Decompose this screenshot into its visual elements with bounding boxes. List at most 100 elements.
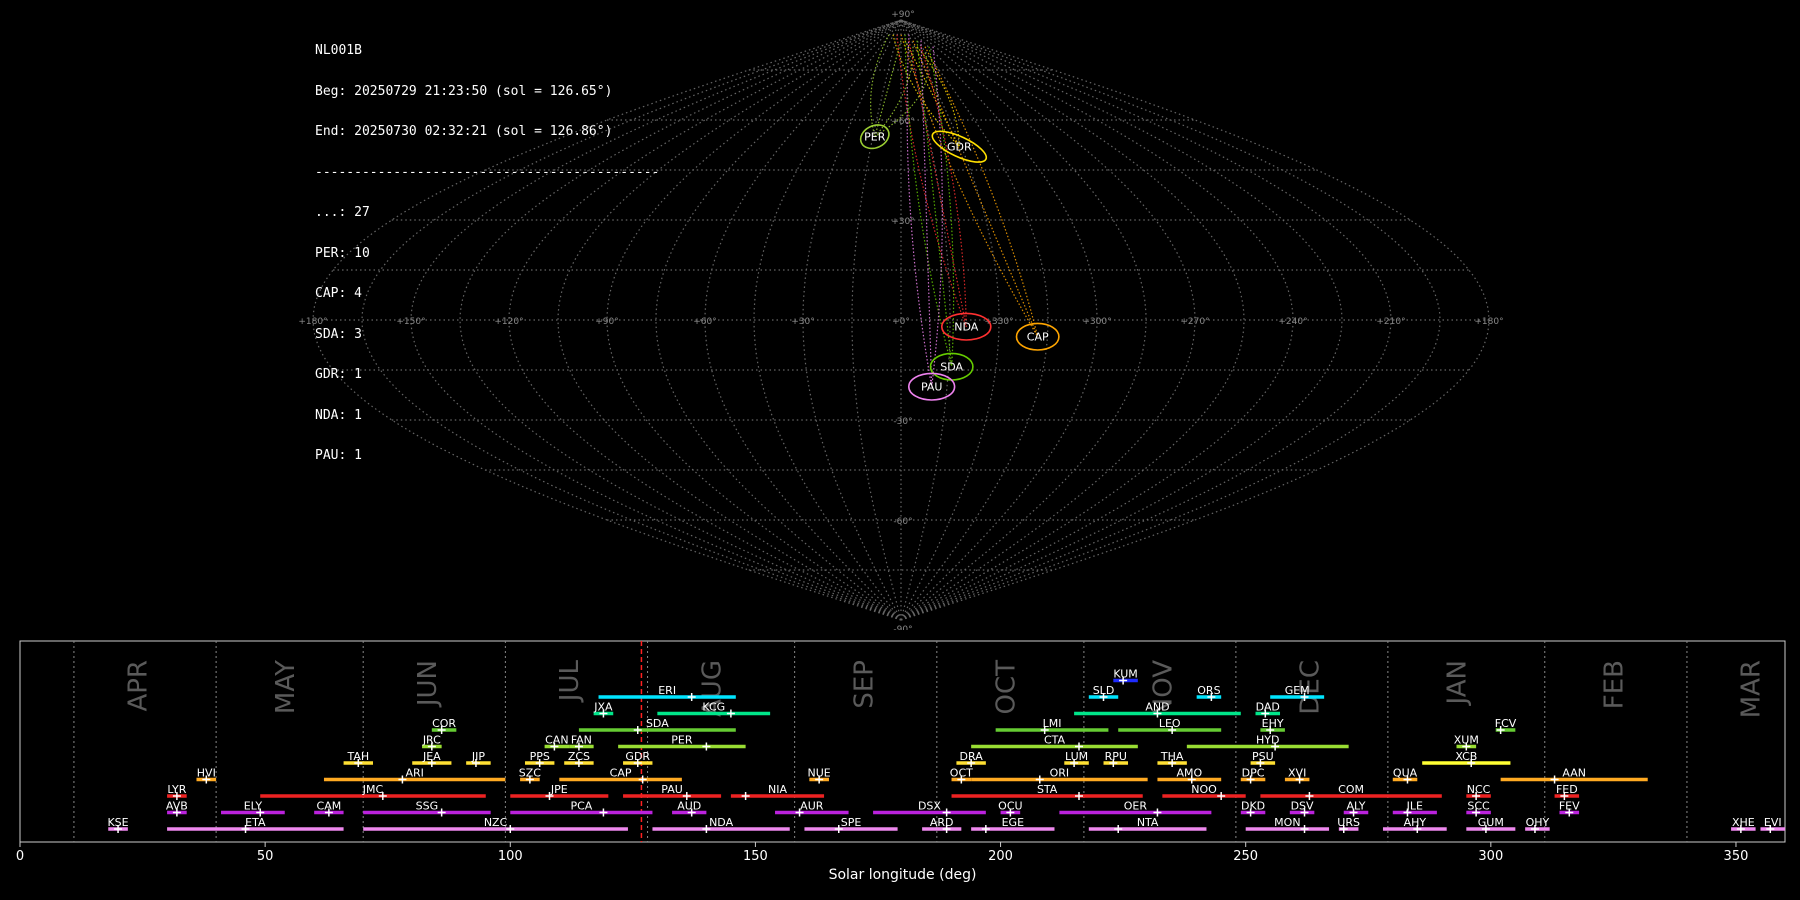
shower-label: JXA [593,701,613,714]
shower-label: PSU [1252,750,1274,763]
lat-tick-label: -60° [893,517,912,527]
shower-label: SZC [519,767,542,780]
lon-tick-label: +240° [1278,317,1307,327]
shower-label: COM [1338,783,1364,796]
shower-label: KCG [702,701,725,714]
shower-label: JPE [550,783,568,796]
shower-label: GDR [625,750,650,763]
shower-label: AND [1145,701,1169,714]
shower-label: MON [1274,816,1300,829]
shower-label: CAP [610,767,632,780]
shower-label: LMI [1043,717,1062,730]
shower-label: ARD [930,816,954,829]
shower-label: JIP [471,750,485,763]
shower-label: OCU [998,800,1022,813]
shower-label: ORI [1050,767,1070,780]
radiant-label: GDR [947,141,972,154]
shower-label: FAN [571,734,592,747]
lon-tick-label: +90° [595,317,619,327]
meridian-line [459,19,902,621]
shower-label: ERI [658,684,676,697]
shower-label: PAU [661,783,683,796]
shower-label: XUM [1454,734,1479,747]
shower-label: LUM [1065,750,1088,763]
shower-label: OER [1124,800,1148,813]
shower-label: TAH [346,750,369,763]
shower-label: FCV [1495,717,1517,730]
shower-label: CAM [317,800,342,813]
shower-label: EHY [1262,717,1284,730]
shower-label: RPU [1105,750,1127,763]
shower-label: JMC [362,783,384,796]
meteor-trail [920,46,967,327]
month-label: MAR [1737,660,1767,718]
shower-label: AUR [800,800,824,813]
shower-label: CTA [1044,734,1066,747]
month-label: MAY [271,660,301,714]
shower-label: SLD [1093,684,1115,697]
shower-label: KUM [1113,668,1137,681]
timeline-frame [19,640,1786,843]
meridian-line [361,19,902,621]
shower-label: ETA [245,816,266,829]
shower-label: NZC [484,816,508,829]
x-tick-label: 350 [1724,849,1749,864]
shower-label: NTA [1137,816,1159,829]
radiant-label: CAP [1027,331,1049,344]
shower-label: DPC [1242,767,1265,780]
shower-label: QUA [1393,767,1418,780]
shower-label: HVI [197,767,216,780]
shower-label: NDA [709,816,734,829]
shower-label: JEA [422,750,441,763]
shower-label: ELY [244,800,263,813]
month-label: SEP [849,660,879,709]
x-tick-label: 200 [988,849,1013,864]
month-label: FEB [1599,660,1629,709]
shower-label: THA [1160,750,1184,763]
lon-tick-label: +0° [892,317,910,327]
shower-label: NIA [768,783,787,796]
shower-label: HYD [1256,734,1279,747]
month-label: NOV [1148,660,1178,717]
lon-tick-label: +180° [298,317,327,327]
month-label: DEC [1295,660,1325,715]
lon-tick-label: +180° [1474,317,1503,327]
shower-label: NUE [808,767,831,780]
month-label: JAN [1443,660,1473,706]
x-tick-label: 150 [743,849,768,864]
shower-label: COR [432,717,456,730]
shower-label: SCC [1467,800,1490,813]
x-axis-label: Solar longitude (deg) [829,867,977,883]
meteor-trail [892,34,960,148]
shower-label: AMO [1176,767,1202,780]
lon-tick-label: +120° [494,317,523,327]
x-tick-label: 250 [1233,849,1258,864]
shower-label: SSG [416,800,439,813]
shower-label: NCC [1467,783,1491,796]
shower-label: URS [1337,816,1360,829]
meridian-line [900,19,1441,621]
shower-label: AVB [166,800,188,813]
shower-label: ZCS [568,750,590,763]
shower-label: EGE [1002,816,1024,829]
shower-label: LYR [167,783,186,796]
lon-tick-label: +60° [693,317,717,327]
lon-tick-label: +300° [1082,317,1111,327]
shower-label: AUD [677,800,701,813]
radiant-sky-map: +90° +60° +30° -30° -60° -90° +180° +150° +120° +… [298,10,1503,630]
shower-label: GUM [1478,816,1504,829]
shower-label: OHY [1526,816,1550,829]
shower-label: PPS [530,750,550,763]
radiant-label: PER [864,131,886,144]
meteor-trail [924,46,1039,337]
shower-label: ORS [1197,684,1220,697]
shower-label: GEM [1285,684,1310,697]
meteor-trail [904,40,960,147]
shower-label: SDA [646,717,669,730]
shower-label: STA [1037,783,1058,796]
shower-label: PER [671,734,693,747]
shower-label: EVI [1764,816,1782,829]
lat-tick-label: -30° [893,417,912,427]
lon-tick-label: +210° [1376,317,1405,327]
shower-label: ALY [1347,800,1366,813]
